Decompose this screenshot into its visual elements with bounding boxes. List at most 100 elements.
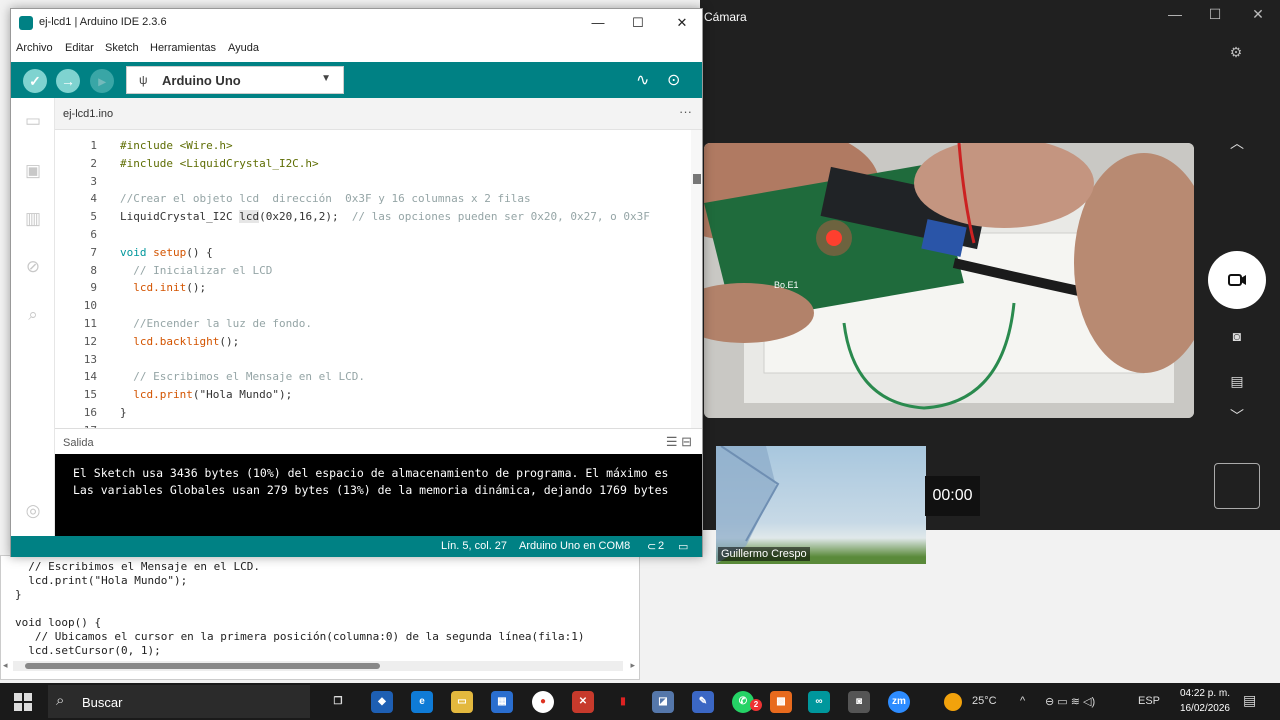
background-editor-window: // Escribimos el Mensaje en el LCD. lcd.… xyxy=(0,555,640,680)
code-line[interactable]: 12 lcd.backlight(); xyxy=(55,333,691,351)
app-icon[interactable]: ✕ xyxy=(572,691,594,713)
horizontal-scrollbar[interactable] xyxy=(13,661,623,671)
line-number: 4 xyxy=(90,192,97,206)
verify-button[interactable]: ✓ xyxy=(23,69,47,93)
participant-name: Guillermo Crespo xyxy=(718,547,810,561)
edge-icon[interactable]: e xyxy=(411,691,433,713)
app-icon[interactable]: ✎ xyxy=(692,691,714,713)
close-button[interactable]: ✕ xyxy=(667,13,697,33)
windows-start-icon[interactable] xyxy=(14,693,32,711)
debug-button[interactable]: ▸ xyxy=(90,69,114,93)
debug-icon[interactable]: ⊘ xyxy=(20,254,46,280)
account-icon[interactable]: ◎ xyxy=(20,498,46,524)
output-panel-header: Salida ☰ ⊟ xyxy=(55,428,702,454)
weather-icon[interactable] xyxy=(944,693,962,711)
menu-herramientas[interactable]: Herramientas xyxy=(150,42,216,54)
chrome-icon[interactable]: ● xyxy=(532,691,554,713)
close-icon[interactable]: ✕ xyxy=(1248,6,1268,26)
menu-ayuda[interactable]: Ayuda xyxy=(228,42,259,54)
code-line[interactable]: 7 void setup() { xyxy=(55,244,691,262)
scrollbar-marker xyxy=(693,174,701,184)
maximize-icon[interactable]: ☐ xyxy=(1205,6,1225,26)
search-icon[interactable]: ⌕ xyxy=(20,302,46,328)
tray-icons[interactable]: ⊖ ▭ ≋ ◁) xyxy=(1045,695,1095,708)
line-number: 8 xyxy=(90,263,97,277)
line-number: 12 xyxy=(83,334,97,348)
code-line[interactable]: 16} xyxy=(55,404,691,422)
editor-scrollbar[interactable] xyxy=(691,130,702,428)
taskbar-search[interactable]: ⌕ Buscar xyxy=(48,685,310,718)
camera-app-icon[interactable]: ◙ xyxy=(848,691,870,713)
code-text: #include <LiquidCrystal_I2C.h> xyxy=(120,156,319,170)
video-record-button[interactable] xyxy=(1208,251,1266,309)
temperature[interactable]: 25°C xyxy=(972,695,997,707)
scrollbar-thumb[interactable] xyxy=(25,663,380,669)
more-options-icon[interactable]: ··· xyxy=(679,104,692,119)
file-explorer-icon[interactable]: ▭ xyxy=(451,691,473,713)
arduino-ide-icon[interactable]: ∞ xyxy=(808,691,830,713)
boards-manager-icon[interactable]: ▣ xyxy=(20,158,46,184)
minimize-button[interactable]: — xyxy=(583,13,613,33)
search-input[interactable]: Buscar xyxy=(82,695,122,710)
system-clock[interactable]: 04:22 p. m. 16/02/2026 xyxy=(1170,686,1230,716)
chevron-down-icon[interactable]: ﹀ xyxy=(1225,406,1249,428)
zoom-icon[interactable]: zm xyxy=(888,691,910,713)
serial-plotter-icon[interactable]: ∿ xyxy=(636,70,649,90)
scroll-right-icon[interactable]: ▸ xyxy=(630,660,635,671)
app-icon[interactable]: ▩ xyxy=(770,691,792,713)
arduino-logo-icon xyxy=(19,16,33,30)
menu-editar[interactable]: Editar xyxy=(65,42,94,54)
participant-thumbnail: Guillermo Crespo xyxy=(716,446,926,564)
maximize-button[interactable]: ☐ xyxy=(623,13,653,33)
tab-ej-lcd1[interactable]: ej-lcd1.ino xyxy=(63,108,113,120)
code-text: LiquidCrystal_I2C lcd(0x20,16,2); // las… xyxy=(120,210,650,224)
code-line[interactable]: 3 xyxy=(55,173,691,191)
toolbar: ✓ → ▸ ψ Arduino Uno ▼ ∿ ⊙ xyxy=(11,62,702,98)
photo-camera-icon[interactable]: ◙ xyxy=(1225,328,1249,350)
app-icon[interactable]: ◆ xyxy=(371,691,393,713)
serial-monitor-icon[interactable]: ⊙ xyxy=(667,70,680,90)
menu-sketch[interactable]: Sketch xyxy=(105,42,139,54)
language[interactable]: ESP xyxy=(1138,695,1160,707)
notifications-icon[interactable]: ▤ xyxy=(1243,692,1256,709)
sketchbook-folder-icon[interactable]: ▭ xyxy=(20,108,46,134)
notification-icon[interactable]: ⊂ xyxy=(647,540,656,553)
pdf-icon[interactable]: ▮ xyxy=(612,691,634,713)
code-line[interactable]: 8 // Inicializar el LCD xyxy=(55,262,691,280)
caret-down-icon: ▼ xyxy=(321,73,331,84)
toggle-panel-icon[interactable]: ▭ xyxy=(678,540,688,553)
minimize-icon[interactable]: — xyxy=(1165,6,1185,26)
whatsapp-badge: 2 xyxy=(750,699,762,711)
code-line[interactable]: 11 //Encender la luz de fondo. xyxy=(55,315,691,333)
task-view-icon[interactable]: ❐ xyxy=(327,691,349,713)
code-line[interactable]: 9 lcd.init(); xyxy=(55,279,691,297)
code-line[interactable]: 6 xyxy=(55,226,691,244)
line-number: 14 xyxy=(83,370,97,384)
scroll-left-icon[interactable]: ◂ xyxy=(3,660,8,671)
last-capture-preview[interactable] xyxy=(1214,463,1260,509)
library-manager-icon[interactable]: ▥ xyxy=(20,206,46,232)
code-line[interactable]: 10 xyxy=(55,297,691,315)
chevron-up-icon[interactable]: ^ xyxy=(1020,695,1025,707)
code-line[interactable]: 1 #include <Wire.h> xyxy=(55,137,691,155)
title-bar: ej-lcd1 | Arduino IDE 2.3.6 — ☐ ✕ xyxy=(11,9,702,37)
upload-button[interactable]: → xyxy=(56,69,80,93)
code-line[interactable]: 4 //Crear el objeto lcd dirección 0x3F y … xyxy=(55,190,691,208)
code-editor[interactable]: 1 #include <Wire.h> 2 #include <LiquidCryst… xyxy=(55,130,691,428)
chevron-up-icon[interactable]: ︿ xyxy=(1225,133,1249,155)
camera-settings-icon[interactable]: ⚙ xyxy=(1226,44,1246,64)
board-selector[interactable]: ψ Arduino Uno ▼ xyxy=(126,66,344,94)
code-text: //Crear el objeto lcd dirección 0x3F y 1… xyxy=(120,192,531,206)
document-scan-icon[interactable]: ▤ xyxy=(1225,373,1249,395)
code-line[interactable]: 14 // Escribimos el Mensaje en el LCD. xyxy=(55,368,691,386)
store-icon[interactable]: ▦ xyxy=(491,691,513,713)
code-line[interactable]: 15 lcd.print("Hola Mundo"); xyxy=(55,386,691,404)
output-actions-icon[interactable]: ☰ ⊟ xyxy=(666,434,692,450)
code-line[interactable]: 2 #include <LiquidCrystal_I2C.h> xyxy=(55,155,691,173)
code-line[interactable]: 13 xyxy=(55,351,691,369)
code-line[interactable]: 5 LiquidCrystal_I2C lcd(0x20,16,2); // la… xyxy=(55,208,691,226)
menu-archivo[interactable]: Archivo xyxy=(16,42,53,54)
app-icon[interactable]: ◪ xyxy=(652,691,674,713)
line-number: 10 xyxy=(83,299,97,313)
activity-sidebar: ▭ ▣ ▥ ⊘ ⌕ ◎ xyxy=(11,98,55,536)
